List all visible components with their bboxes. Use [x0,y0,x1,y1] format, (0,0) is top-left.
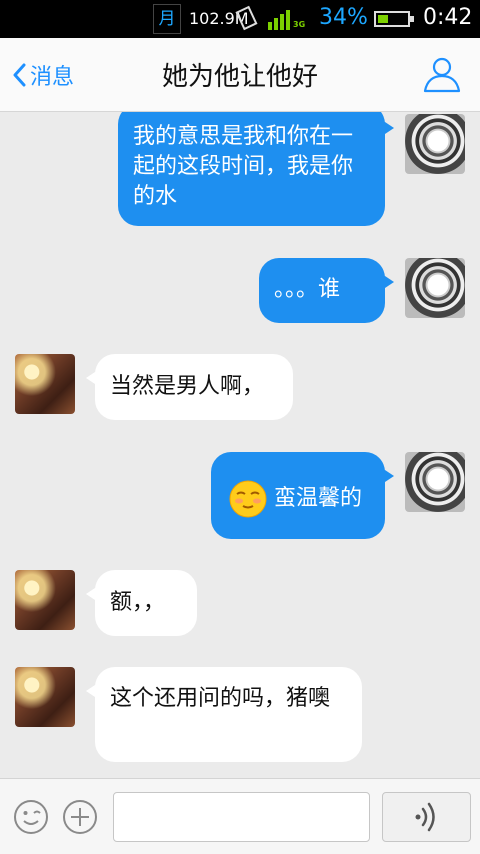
back-label: 消息 [30,65,75,90]
status-bar: 月 102.9M 3G 34% 0:42 [0,0,480,38]
message-input[interactable] [113,792,370,842]
input-bar [0,778,480,854]
smile-emoji-icon [229,480,267,518]
battery-icon [374,11,414,27]
message-bubble-sent[interactable]: 。。。谁 [259,258,394,323]
my-avatar[interactable] [405,452,465,512]
message-text: 额，， [110,590,166,615]
message-bubble-received[interactable]: 额，， [86,570,197,636]
my-avatar[interactable] [405,258,465,318]
clock: 0:42 [423,5,473,30]
my-avatar[interactable] [405,114,465,174]
nav-bar: 消息 她为他让他好 [0,38,480,112]
message-text: 我的意思是我和你在一起的这段时间，我是你的水 [133,124,354,209]
profile-icon[interactable] [422,54,462,94]
message-bubble-sent[interactable]: 我的意思是我和你在一起的这段时间，我是你的水 [118,112,394,226]
battery-percent: 34% [319,5,368,30]
emoji-button-icon[interactable] [13,799,49,835]
back-button[interactable]: 消息 [12,56,74,94]
message-text: 这个还用问的吗，猪噢 [110,686,331,711]
message-text: 当然是男人啊， [110,374,265,399]
voice-icon [415,802,435,832]
moon-notification-icon: 月 [153,4,181,34]
contact-avatar[interactable] [15,570,75,630]
contact-avatar[interactable] [15,667,75,727]
chevron-left-icon [13,63,26,87]
plus-button-icon[interactable] [62,799,98,835]
network-type: 3G [293,20,306,29]
message-text: 。。。谁 [274,277,341,302]
message-bubble-received[interactable]: 当然是男人啊， [86,354,293,420]
contact-avatar[interactable] [15,354,75,414]
chat-area: 我的意思是我和你在一起的这段时间，我是你的水 。。。谁 当然是男人啊， 蛮温馨的… [0,112,480,778]
voice-button[interactable] [382,792,471,842]
message-bubble-received[interactable]: 这个还用问的吗，猪噢 [86,667,362,762]
message-text: 蛮温馨的 [274,486,363,511]
message-bubble-sent[interactable]: 蛮温馨的 [211,452,394,539]
